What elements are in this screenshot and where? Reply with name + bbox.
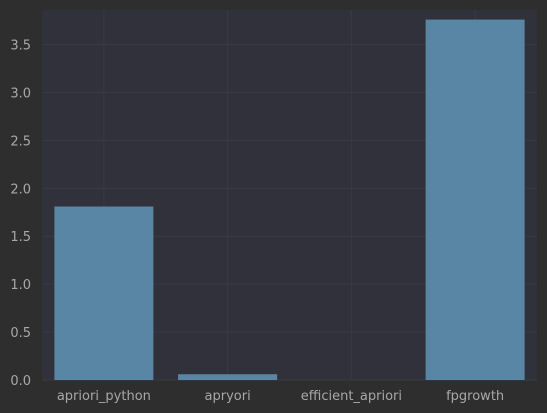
bar-apriori_python	[54, 206, 154, 380]
x-axis-tick-labels: apriori_python apryori efficient_apriori fp…	[57, 389, 504, 404]
y-tick-label-5: 2.5	[10, 134, 31, 149]
x-tick-label-2: efficient_apriori	[301, 389, 402, 404]
y-axis-tick-labels: 0.0 0.5 1.0 1.5 2.0 2.5 3.0 3.5	[10, 39, 31, 389]
x-tick-label-3: fpgrowth	[446, 389, 504, 404]
y-tick-label-7: 3.5	[10, 39, 31, 54]
y-tick-label-2: 1.0	[10, 278, 31, 293]
bar-fpgrowth	[425, 19, 525, 381]
y-tick-label-1: 0.5	[10, 326, 31, 341]
bar-apryori	[178, 374, 278, 380]
y-tick-label-3: 1.5	[10, 230, 31, 245]
bar-chart: apriori_python apryori efficient_apriori fp…	[10, 10, 537, 404]
y-tick-label-6: 3.0	[10, 86, 31, 101]
y-tick-label-0: 0.0	[10, 374, 31, 389]
x-tick-label-1: apryori	[205, 389, 251, 404]
x-tick-label-0: apriori_python	[57, 389, 151, 404]
y-tick-label-4: 2.0	[10, 182, 31, 197]
